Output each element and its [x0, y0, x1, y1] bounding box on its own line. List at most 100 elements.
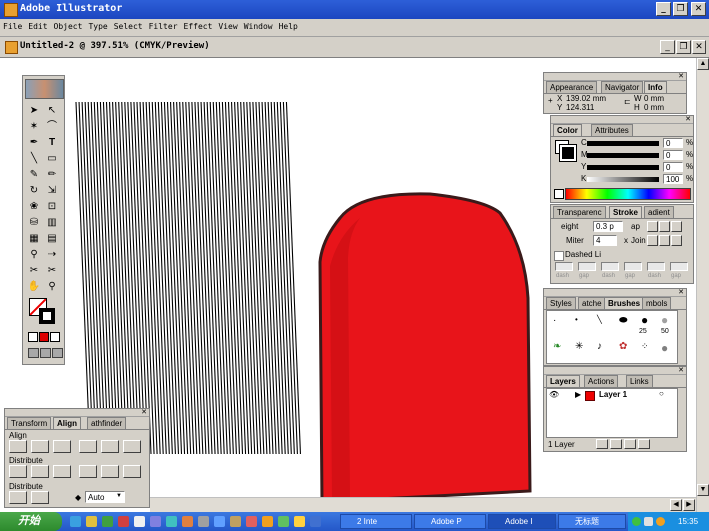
layer-row[interactable]: 👁 ▶ Layer 1 ○: [547, 389, 675, 401]
type-tool-icon[interactable]: T: [45, 136, 59, 150]
tab-symbols[interactable]: mbols: [642, 297, 672, 309]
task-untitled[interactable]: 无标题: [558, 514, 626, 529]
expand-triangle-icon[interactable]: ▶: [575, 390, 581, 399]
menu-edit[interactable]: Edit: [25, 19, 50, 31]
quicklaunch-app-icon[interactable]: [102, 516, 113, 527]
menu-help[interactable]: Help: [276, 19, 301, 31]
quicklaunch-chat-icon[interactable]: [166, 516, 177, 527]
pen-tool-icon[interactable]: ✒: [27, 136, 41, 150]
dash-field-1[interactable]: [555, 262, 573, 271]
symbol-sprayer-tool-icon[interactable]: ⛁: [27, 216, 41, 230]
warp-tool-icon[interactable]: ❀: [27, 200, 41, 214]
delete-layer-button[interactable]: [638, 439, 650, 449]
tab-styles[interactable]: Styles: [546, 297, 576, 309]
quicklaunch-photo-icon[interactable]: [278, 516, 289, 527]
channel-m-field[interactable]: 0: [663, 150, 683, 160]
palette-close-icon[interactable]: ✕: [141, 408, 147, 416]
color-mode-icon[interactable]: [28, 332, 38, 342]
scroll-up-arrow-icon[interactable]: ▲: [697, 58, 709, 70]
color-stroke-icon[interactable]: [559, 144, 577, 162]
align-left-button[interactable]: [9, 440, 27, 453]
miter-join-button[interactable]: [647, 235, 658, 246]
quicklaunch-ie-icon[interactable]: [70, 516, 81, 527]
quicklaunch-web-icon[interactable]: [214, 516, 225, 527]
brush-flower-icon[interactable]: ✿: [619, 341, 627, 352]
none-mode-icon[interactable]: [50, 332, 60, 342]
vertical-scrollbar[interactable]: ▲ ▼: [696, 58, 709, 512]
palette-close-icon[interactable]: ✕: [678, 288, 684, 296]
align-hcenter-button[interactable]: [31, 440, 49, 453]
bevel-join-button[interactable]: [671, 235, 682, 246]
brush-stroke-icon[interactable]: ╲: [597, 315, 602, 324]
quicklaunch-app2-icon[interactable]: [310, 516, 321, 527]
brush-dot-icon[interactable]: •: [575, 315, 578, 324]
free-transform-tool-icon[interactable]: ⊡: [45, 200, 59, 214]
dashed-line-checkbox[interactable]: [554, 251, 564, 261]
menu-effect[interactable]: Effect: [181, 19, 216, 31]
distribute-top-button[interactable]: [9, 465, 27, 478]
spacing-stepper-icon[interactable]: ◆: [75, 493, 81, 502]
brush-leaf-icon[interactable]: ❧: [553, 341, 561, 352]
gap-field-1[interactable]: [578, 262, 596, 271]
task-adobe-photoshop[interactable]: Adobe P: [414, 514, 486, 529]
screen-mode-full-icon[interactable]: [52, 348, 63, 358]
dash-field-3[interactable]: [647, 262, 665, 271]
selection-tool-icon[interactable]: ➤: [27, 104, 41, 118]
distribute-right-button[interactable]: [123, 465, 141, 478]
tab-color[interactable]: Color: [553, 124, 582, 136]
tray-network-icon[interactable]: [632, 517, 641, 526]
stroke-weight-field[interactable]: 0.3 p: [593, 221, 623, 232]
task-internet[interactable]: 2 Inte: [340, 514, 412, 529]
brush-dot-small-icon[interactable]: ·: [553, 315, 556, 326]
quicklaunch-settings-icon[interactable]: [198, 516, 209, 527]
menu-view[interactable]: View: [215, 19, 240, 31]
brush-scroll-icon[interactable]: ♪: [597, 341, 602, 352]
tab-transparency[interactable]: Transparenc: [553, 206, 606, 218]
restore-button[interactable]: ❐: [673, 2, 688, 16]
minimize-button[interactable]: _: [656, 2, 671, 16]
tab-info[interactable]: Info: [644, 81, 667, 93]
tab-gradient[interactable]: adient: [644, 206, 674, 218]
quicklaunch-media-icon[interactable]: [118, 516, 129, 527]
none-color-swatch[interactable]: [554, 189, 564, 199]
new-layer-button[interactable]: [624, 439, 636, 449]
tab-stroke[interactable]: Stroke: [609, 206, 642, 218]
hand-tool-icon[interactable]: ✋: [27, 280, 41, 294]
miter-field[interactable]: 4: [593, 235, 617, 246]
rotate-tool-icon[interactable]: ↻: [27, 184, 41, 198]
gradient-mode-icon[interactable]: [39, 332, 49, 342]
channel-c-slider[interactable]: [587, 141, 659, 146]
blend-tool-icon[interactable]: ⇢: [45, 248, 59, 262]
scroll-down-arrow-icon[interactable]: ▼: [697, 484, 709, 496]
quicklaunch-folder-icon[interactable]: [86, 516, 97, 527]
channel-k-field[interactable]: 100: [663, 174, 683, 184]
channel-m-slider[interactable]: [587, 153, 659, 158]
horizontal-scrollbar[interactable]: ◀ ▶: [150, 497, 696, 513]
layer-name[interactable]: Layer 1: [599, 390, 627, 399]
rectangle-tool-icon[interactable]: ▭: [45, 152, 59, 166]
doc-minimize-button[interactable]: _: [660, 40, 675, 54]
brush-25-icon[interactable]: ●: [641, 313, 648, 327]
brushes-grid[interactable]: · • ╲ ⬬ ● ● 25 50 ❧ ✳ ♪ ✿ ⁘ ●: [546, 310, 678, 364]
menu-file[interactable]: File: [0, 19, 25, 31]
brush-star-icon[interactable]: ✳: [575, 341, 583, 352]
channel-y-slider[interactable]: [587, 165, 659, 170]
brush-scatter-icon[interactable]: ⁘: [641, 341, 649, 352]
round-join-button[interactable]: [659, 235, 670, 246]
menu-object[interactable]: Object: [51, 19, 86, 31]
slice-tool-icon[interactable]: ✂: [27, 264, 41, 278]
direct-selection-tool-icon[interactable]: ↖: [45, 104, 59, 118]
lasso-tool-icon[interactable]: ⌒: [45, 120, 59, 134]
round-cap-button[interactable]: [659, 221, 670, 232]
tab-actions[interactable]: Actions: [584, 375, 619, 387]
make-clipping-mask-button[interactable]: [596, 439, 608, 449]
distribute-bottom-button[interactable]: [53, 465, 71, 478]
align-right-button[interactable]: [53, 440, 71, 453]
gradient-tool-icon[interactable]: ▤: [45, 232, 59, 246]
tab-align[interactable]: Align: [53, 417, 81, 429]
line-tool-icon[interactable]: ╲: [27, 152, 41, 166]
quicklaunch-illustrator-icon[interactable]: [262, 516, 273, 527]
align-top-button[interactable]: [79, 440, 97, 453]
butt-cap-button[interactable]: [647, 221, 658, 232]
new-sublayer-button[interactable]: [610, 439, 622, 449]
